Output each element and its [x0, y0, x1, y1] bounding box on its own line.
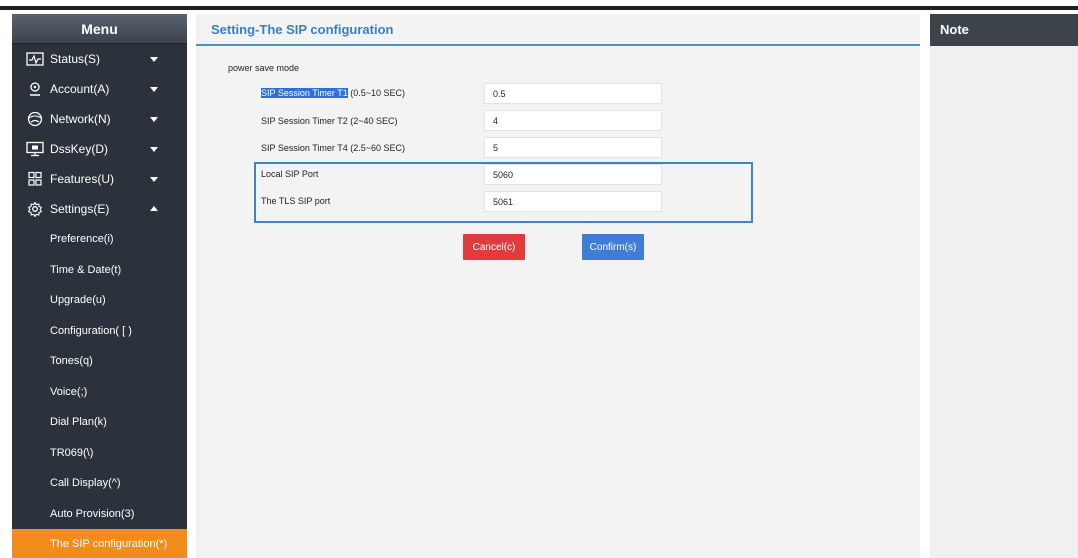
- note-title: Note: [930, 14, 1078, 46]
- chevron-down-icon: [150, 147, 158, 152]
- sidebar-menu: Menu Status(S) Account(A) Network(N) Dss…: [12, 14, 187, 558]
- cancel-button[interactable]: Cancel(c): [463, 234, 525, 260]
- tls-sip-port-label: The TLS SIP port: [261, 196, 331, 206]
- sip-timer-t1-input[interactable]: [484, 83, 662, 104]
- chevron-down-icon: [150, 57, 158, 62]
- label-range: (0.5~10 SEC): [347, 88, 405, 98]
- sidebar-item-label: Network(N): [50, 112, 111, 126]
- sidebar-item-features[interactable]: Features(U): [12, 164, 187, 194]
- sidebar-item-label: Settings(E): [50, 202, 110, 216]
- sidebar-subitem-voice[interactable]: Voice(;): [12, 377, 187, 408]
- gear-icon: [26, 201, 44, 217]
- sip-timer-t2-label: SIP Session Timer T2 (2~40 SEC): [261, 116, 398, 126]
- note-panel: Note: [930, 14, 1078, 558]
- tls-sip-port-input[interactable]: [484, 191, 662, 212]
- section-label: power save mode: [228, 63, 300, 73]
- features-icon: [26, 171, 44, 187]
- main-panel: Setting-The SIP configuration power save…: [196, 14, 920, 558]
- sidebar-subitem-auto-provision[interactable]: Auto Provision(3): [12, 499, 187, 530]
- menu-title: Menu: [12, 14, 187, 44]
- sidebar-item-settings[interactable]: Settings(E): [12, 194, 187, 224]
- sidebar-item-label: Status(S): [50, 52, 101, 66]
- sidebar-subitem-preference[interactable]: Preference(i): [12, 224, 187, 255]
- sidebar-item-label: Account(A): [50, 82, 110, 96]
- account-icon: [26, 81, 44, 97]
- sidebar-item-dsskey[interactable]: DssKey(D): [12, 134, 187, 164]
- local-sip-port-label: Local SIP Port: [261, 169, 319, 179]
- chevron-up-icon: [150, 206, 158, 211]
- sidebar-item-account[interactable]: Account(A): [12, 74, 187, 104]
- local-sip-port-input[interactable]: [484, 164, 662, 185]
- sidebar-subitem-upgrade[interactable]: Upgrade(u): [12, 285, 187, 316]
- sidebar-subitem-dial-plan[interactable]: Dial Plan(k): [12, 407, 187, 438]
- page-title-bar: Setting-The SIP configuration: [196, 14, 920, 46]
- status-icon: [26, 51, 44, 67]
- sip-timer-t1-label: SIP Session Timer T1 (0.5~10 SEC): [261, 88, 405, 98]
- network-icon: [26, 111, 44, 127]
- sidebar-item-label: Features(U): [50, 172, 115, 186]
- chevron-down-icon: [150, 87, 158, 92]
- sidebar-item-network[interactable]: Network(N): [12, 104, 187, 134]
- sidebar-subitem-configuration[interactable]: Configuration( [ ): [12, 316, 187, 347]
- sip-timer-t4-label: SIP Session Timer T4 (2.5~60 SEC): [261, 143, 405, 153]
- chevron-down-icon: [150, 177, 158, 182]
- sidebar-subitem-tones[interactable]: Tones(q): [12, 346, 187, 377]
- sidebar-item-label: DssKey(D): [50, 142, 109, 156]
- highlighted-text: SIP Session Timer T1: [261, 88, 348, 98]
- top-border: [0, 6, 1078, 10]
- sidebar-item-status[interactable]: Status(S): [12, 44, 187, 74]
- sidebar-subitem-call-display[interactable]: Call Display(^): [12, 468, 187, 499]
- confirm-button[interactable]: Confirm(s): [582, 234, 644, 260]
- chevron-down-icon: [150, 117, 158, 122]
- sidebar-subitem-tr069[interactable]: TR069(\): [12, 438, 187, 469]
- sidebar-subitem-sip-configuration[interactable]: The SIP configuration(*): [12, 529, 187, 558]
- page-title: Setting-The SIP configuration: [211, 22, 394, 37]
- dsskey-icon: [26, 141, 44, 157]
- sidebar-subitem-time-date[interactable]: Time & Date(t): [12, 255, 187, 286]
- sip-timer-t2-input[interactable]: [484, 110, 662, 131]
- sip-timer-t4-input[interactable]: [484, 137, 662, 158]
